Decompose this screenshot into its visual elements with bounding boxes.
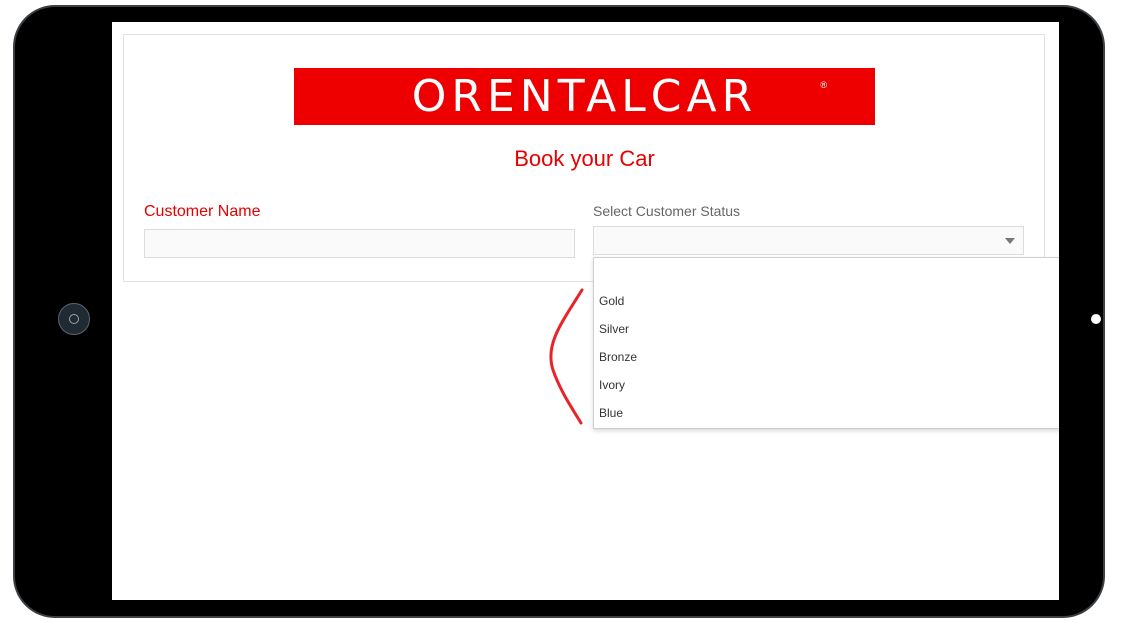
customer-name-input[interactable]	[144, 229, 575, 258]
camera-dot	[1091, 314, 1101, 324]
annotation-bracket	[549, 288, 584, 425]
status-option-blue[interactable]: Blue	[599, 406, 623, 420]
registered-mark: ®	[820, 80, 827, 90]
brand-logo: ORENTALCAR ®	[294, 68, 875, 125]
status-option-gold[interactable]: Gold	[599, 294, 624, 308]
status-option-ivory[interactable]: Ivory	[599, 378, 625, 392]
status-option-bronze[interactable]: Bronze	[599, 350, 637, 364]
customer-status-label: Select Customer Status	[593, 203, 741, 219]
customer-status-select[interactable]	[593, 226, 1024, 255]
brand-logo-text: ORENTALCAR	[411, 70, 758, 122]
customer-status-dropdown: Gold Silver Bronze Ivory Blue	[593, 257, 1059, 429]
status-option-silver[interactable]: Silver	[599, 322, 629, 336]
page-title: Book your Car	[514, 146, 655, 171]
customer-name-label: Customer Name	[144, 203, 261, 220]
chevron-down-icon[interactable]	[1005, 238, 1015, 244]
home-button[interactable]	[58, 303, 90, 335]
